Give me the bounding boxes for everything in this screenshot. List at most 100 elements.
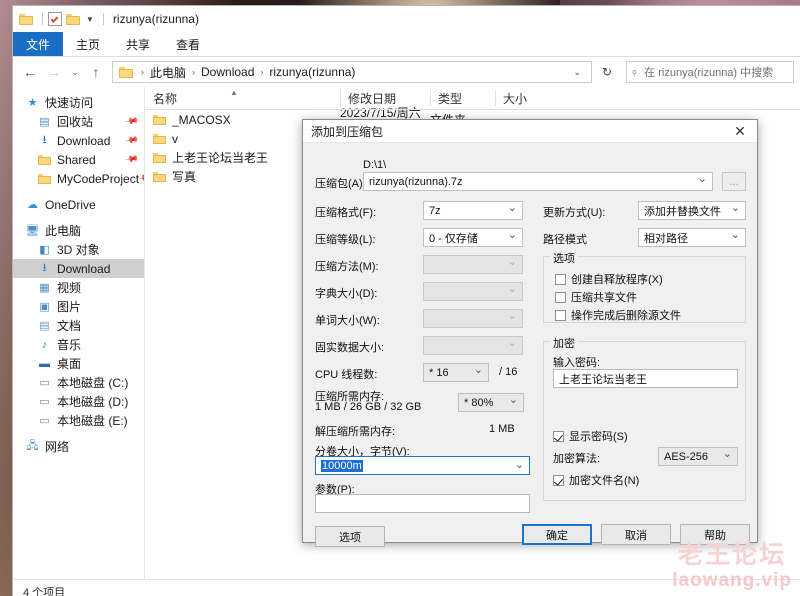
- computer-icon: 🖥: [25, 225, 40, 237]
- tab-view[interactable]: 查看: [163, 32, 213, 56]
- decompress-memory-value: 1 MB: [489, 423, 515, 435]
- tab-home[interactable]: 主页: [63, 32, 113, 56]
- add-to-archive-dialog: 添加到压缩包 ✕ 压缩包(A) D:\1\ rizunya(rizunna).7…: [302, 119, 758, 547]
- column-header-modified[interactable]: 修改日期: [340, 87, 430, 109]
- cancel-button[interactable]: 取消: [601, 524, 671, 545]
- new-folder-icon[interactable]: [66, 13, 80, 25]
- cloud-icon: ☁: [27, 199, 38, 211]
- dialog-title: 添加到压缩包: [311, 124, 384, 139]
- sidebar-item-music[interactable]: ♪ 音乐: [13, 335, 144, 354]
- close-icon[interactable]: ✕: [723, 120, 757, 142]
- update-mode-value: 添加并替换文件: [644, 205, 721, 218]
- folder-icon: [153, 114, 166, 125]
- level-select[interactable]: 0 - 仅存储: [423, 228, 523, 247]
- sidebar-item-label: 本地磁盘 (D:): [57, 395, 129, 409]
- path-mode-select[interactable]: 相对路径: [638, 228, 746, 247]
- path-mode-label: 路径模式: [543, 234, 587, 246]
- sidebar-item-label: Download: [57, 261, 111, 276]
- breadcrumb[interactable]: › 此电脑 › Download › rizunya(rizunna) ⌄: [112, 61, 592, 83]
- sidebar-item-3d-objects[interactable]: ◧ 3D 对象: [13, 240, 144, 259]
- volume-size-value: 10000m: [321, 459, 363, 472]
- memory-usage-select[interactable]: * 80%: [458, 393, 524, 412]
- sidebar-item-label: 本地磁盘 (C:): [57, 376, 129, 390]
- back-arrow-icon[interactable]: ←: [19, 61, 41, 83]
- sidebar-item-onedrive[interactable]: ☁ OneDrive: [13, 195, 144, 214]
- sidebar-item-shared[interactable]: Shared 📌: [13, 150, 144, 169]
- sidebar-item-label: 3D 对象: [57, 243, 100, 257]
- folder-icon: [153, 152, 166, 163]
- sidebar-item-documents[interactable]: ▤ 文档: [13, 316, 144, 335]
- column-header-size[interactable]: 大小: [495, 87, 555, 109]
- pin-icon[interactable]: 📌: [124, 152, 139, 167]
- sidebar-item-label: 回收站: [57, 115, 94, 129]
- pin-icon[interactable]: 📌: [124, 114, 139, 129]
- sidebar-item-label: MyCodeProject: [57, 171, 140, 186]
- sidebar-item-mycodeproject[interactable]: MyCodeProject 📌: [13, 169, 144, 188]
- checkbox-create-sfx[interactable]: 创建自释放程序(X): [555, 271, 663, 287]
- checkbox-encrypt-filenames[interactable]: 加密文件名(N): [553, 472, 639, 488]
- search-input[interactable]: ⌕ 在 rizunya(rizunna) 中搜索: [626, 61, 794, 83]
- pin-icon[interactable]: 📌: [124, 133, 139, 148]
- up-arrow-icon[interactable]: ↑: [85, 61, 107, 83]
- breadcrumb-item-2[interactable]: rizunya(rizunna): [267, 65, 357, 79]
- browse-button[interactable]: ...: [722, 172, 746, 191]
- dialog-body: 压缩包(A) D:\1\ rizunya(rizunna).7z ... 压缩格…: [303, 143, 757, 547]
- format-label: 压缩格式(F):: [315, 207, 377, 219]
- sidebar-item-recycle-bin[interactable]: ▤ 回收站 📌: [13, 112, 144, 131]
- archive-name-input[interactable]: rizunya(rizunna).7z: [363, 172, 713, 191]
- word-size-label: 单词大小(W):: [315, 315, 380, 327]
- ok-button[interactable]: 确定: [522, 524, 592, 545]
- help-button[interactable]: 帮助: [680, 524, 750, 545]
- format-select[interactable]: 7z: [423, 201, 523, 220]
- checkbox-delete-after[interactable]: 操作完成后删除源文件: [555, 307, 681, 323]
- 3d-objects-icon: ◧: [39, 244, 50, 256]
- password-input[interactable]: 上老王论坛当老王: [553, 369, 738, 388]
- pictures-icon: ▣: [39, 301, 50, 313]
- sidebar-item-label: 本地磁盘 (E:): [57, 414, 128, 428]
- cpu-threads-value: * 16: [429, 366, 449, 379]
- column-header-name[interactable]: 名称: [145, 87, 340, 109]
- chevron-down-icon[interactable]: ⌄: [515, 458, 524, 471]
- chevron-down-icon[interactable]: ⌄: [567, 67, 587, 78]
- breadcrumb-item-1[interactable]: Download: [199, 65, 256, 79]
- sidebar-item-download[interactable]: ⭳ Download: [13, 259, 144, 278]
- sidebar-item-pictures[interactable]: ▣ 图片: [13, 297, 144, 316]
- sidebar-item-quick-access[interactable]: ★ 快速访问: [13, 93, 144, 112]
- sidebar-item-download-quick[interactable]: ⭳ Download 📌: [13, 131, 144, 150]
- encrypt-algo-select[interactable]: AES-256: [658, 447, 738, 466]
- compress-memory-detail: 1 MB / 26 GB / 32 GB: [315, 401, 422, 413]
- parameters-input[interactable]: [315, 494, 530, 513]
- sidebar-item-network[interactable]: 🖧 网络: [13, 437, 144, 456]
- checkbox-compress-shared[interactable]: 压缩共享文件: [555, 289, 637, 305]
- chevron-down-icon[interactable]: ⌄: [67, 61, 83, 83]
- sidebar-item-drive-e[interactable]: ▭ 本地磁盘 (E:): [13, 411, 144, 430]
- star-pin-icon: ★: [27, 97, 38, 109]
- forward-arrow-icon[interactable]: →: [43, 61, 65, 83]
- column-header-type[interactable]: 类型: [430, 87, 495, 109]
- checkbox-show-password[interactable]: 显示密码(S): [553, 428, 628, 444]
- sidebar-item-drive-d[interactable]: ▭ 本地磁盘 (D:): [13, 392, 144, 411]
- breadcrumb-item-0[interactable]: 此电脑: [148, 64, 188, 81]
- customize-caret-icon[interactable]: ▼: [86, 15, 94, 24]
- options-group-title: 选项: [550, 250, 578, 266]
- update-mode-select[interactable]: 添加并替换文件: [638, 201, 746, 220]
- search-placeholder: 在 rizunya(rizunna) 中搜索: [644, 67, 774, 79]
- refresh-icon[interactable]: ↻: [594, 60, 620, 84]
- sidebar-item-label: 网络: [45, 440, 70, 454]
- tab-share[interactable]: 共享: [113, 32, 163, 56]
- volume-size-input[interactable]: 10000m ⌄: [315, 456, 530, 475]
- checkbox-box: [553, 474, 564, 486]
- sidebar-item-videos[interactable]: ▦ 视频: [13, 278, 144, 297]
- cpu-threads-select[interactable]: * 16: [423, 363, 489, 382]
- file-name: v: [172, 131, 178, 146]
- properties-icon[interactable]: [48, 12, 62, 26]
- folder-icon: [153, 171, 166, 182]
- tab-file[interactable]: 文件: [13, 32, 64, 56]
- folder-icon[interactable]: [19, 13, 33, 25]
- sidebar-item-drive-c[interactable]: ▭ 本地磁盘 (C:): [13, 373, 144, 392]
- sidebar-item-this-pc[interactable]: 🖥 此电脑: [13, 221, 144, 240]
- sidebar-item-desktop[interactable]: ▬ 桌面: [13, 354, 144, 373]
- cpu-threads-label: CPU 线程数:: [315, 369, 378, 381]
- options-button[interactable]: 选项: [315, 526, 385, 547]
